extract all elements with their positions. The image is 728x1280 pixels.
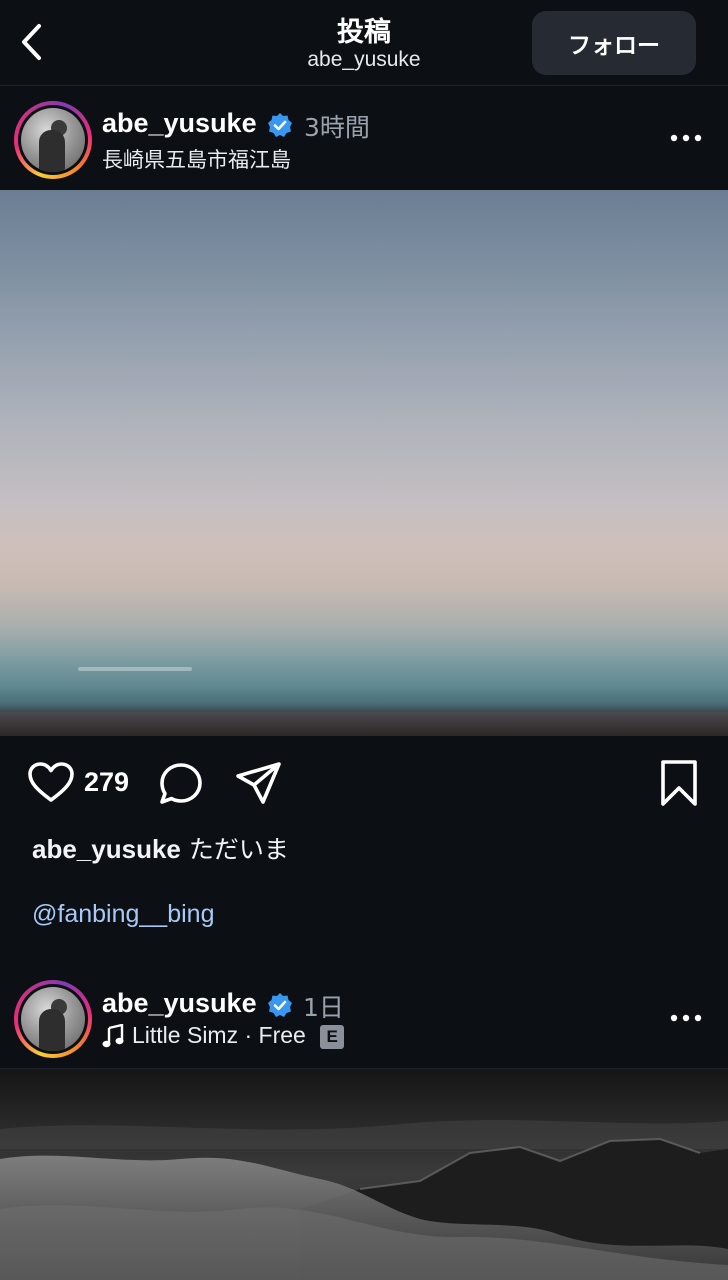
verified-icon bbox=[268, 993, 292, 1017]
post-image[interactable] bbox=[0, 190, 728, 736]
post-music[interactable]: Little Simz · Free E bbox=[132, 1022, 345, 1049]
post-username[interactable]: abe_yusuke bbox=[102, 988, 257, 1019]
post-header: abe_yusuke 1日 Little Simz · Free E bbox=[0, 964, 728, 1068]
explicit-badge: E bbox=[320, 1024, 345, 1049]
post-time: 3時間 bbox=[304, 113, 370, 142]
more-options-button[interactable] bbox=[664, 998, 708, 1038]
more-icon bbox=[670, 1014, 702, 1022]
comment-icon[interactable] bbox=[156, 758, 206, 808]
music-icon bbox=[102, 1024, 124, 1048]
caption-text: ただいま bbox=[188, 835, 289, 864]
post-actions: 279 bbox=[0, 752, 728, 816]
post-image[interactable] bbox=[0, 1069, 728, 1280]
post-header: abe_yusuke 3時間 長崎県五島市福江島 bbox=[0, 86, 728, 190]
like-count[interactable]: 279 bbox=[84, 767, 129, 798]
follow-button[interactable]: フォロー bbox=[532, 11, 696, 75]
share-icon[interactable] bbox=[234, 758, 284, 808]
more-icon bbox=[670, 134, 702, 142]
post-location[interactable]: 長崎県五島市福江島 bbox=[102, 144, 291, 174]
post-caption: abe_yusuke ただいま bbox=[32, 830, 289, 866]
heart-icon[interactable] bbox=[26, 758, 76, 808]
post-time: 1日 bbox=[303, 993, 344, 1022]
caption-mention[interactable]: @fanbing__bing bbox=[32, 900, 214, 929]
avatar[interactable] bbox=[14, 980, 92, 1058]
top-nav-bar: 投稿 abe_yusuke フォロー bbox=[0, 0, 728, 86]
avatar[interactable] bbox=[14, 101, 92, 179]
verified-icon bbox=[268, 113, 292, 137]
caption-username[interactable]: abe_yusuke bbox=[32, 834, 181, 864]
more-options-button[interactable] bbox=[664, 118, 708, 158]
post-username[interactable]: abe_yusuke bbox=[102, 108, 257, 139]
music-label: Little Simz · Free bbox=[132, 1022, 306, 1048]
bookmark-icon[interactable] bbox=[654, 758, 704, 808]
